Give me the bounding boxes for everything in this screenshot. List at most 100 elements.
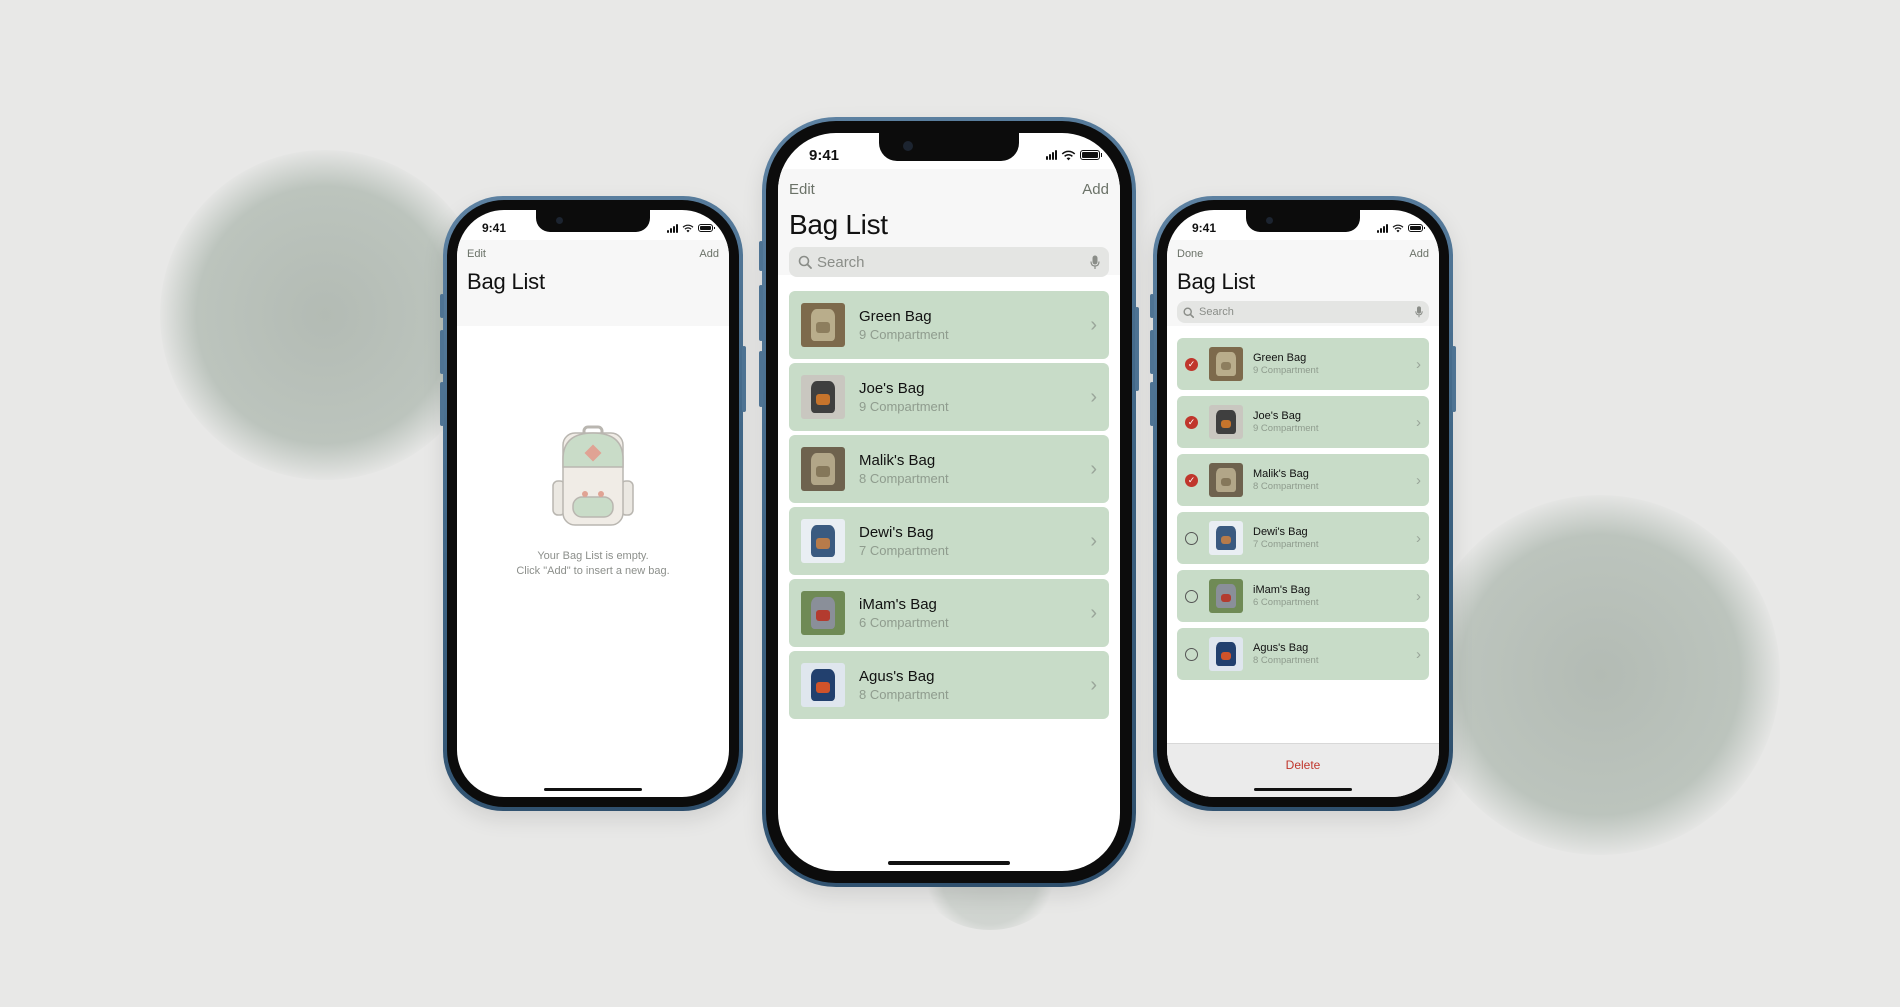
page-title: Bag List (1177, 269, 1255, 294)
bag-compartments: 9 Compartment (859, 326, 949, 342)
bag-name: Dewi's Bag (1253, 525, 1308, 538)
bag-name: iMam's Bag (1253, 583, 1311, 596)
notch (879, 133, 1019, 161)
side-button (440, 294, 444, 318)
chevron-right-icon: › (1090, 457, 1097, 480)
bag-thumbnail (1209, 579, 1243, 613)
edit-button[interactable]: Edit (789, 181, 815, 198)
delete-button[interactable]: Delete (1167, 744, 1439, 772)
list-item-green-bag[interactable]: ✓ Green Bag 9 Compartment › (1177, 338, 1429, 390)
microphone-icon[interactable] (1415, 306, 1423, 318)
bag-compartments: 6 Compartment (859, 614, 949, 630)
list-item-dewis-bag[interactable]: Dewi's Bag 7 Compartment › (789, 507, 1109, 575)
selected-checkmark-icon[interactable]: ✓ (1185, 357, 1198, 371)
bag-compartments: 7 Compartment (1253, 538, 1319, 550)
unselected-circle-icon[interactable] (1185, 531, 1198, 545)
bag-compartments: 9 Compartment (1253, 422, 1319, 434)
bag-thumbnail (1209, 637, 1243, 671)
chevron-right-icon: › (1090, 385, 1097, 408)
search-placeholder: Search (1199, 306, 1234, 318)
empty-message-line-2: Click "Add" to insert a new bag. (516, 565, 670, 577)
bag-name: Malik's Bag (1253, 467, 1309, 480)
notch (1246, 210, 1360, 232)
bag-thumbnail (1209, 347, 1243, 381)
bag-compartments: 6 Compartment (1253, 596, 1319, 608)
wifi-icon (682, 224, 694, 232)
search-icon (1183, 306, 1194, 318)
status-time: 9:41 (809, 146, 840, 164)
bag-list-editing: ✓ Green Bag 9 Compartment › ✓ Joe's Bag 9 … (1167, 338, 1439, 686)
notch (536, 210, 650, 232)
selected-checkmark-icon[interactable]: ✓ (1185, 415, 1198, 429)
add-button[interactable]: Add (1082, 181, 1109, 198)
bag-compartments: 8 Compartment (1253, 480, 1319, 492)
bag-compartments: 7 Compartment (859, 542, 949, 558)
home-indicator[interactable] (888, 861, 1010, 865)
search-field[interactable]: Search (1177, 301, 1429, 323)
phone-empty-state: 9:41 Edit Add Bag List Your Bag List is … (440, 196, 746, 811)
status-time: 9:41 (1192, 221, 1217, 235)
list-item-joes-bag[interactable]: Joe's Bag 9 Compartment › (789, 363, 1109, 431)
navigation-bar: Edit Add Bag List (457, 240, 729, 326)
microphone-icon[interactable] (1090, 255, 1100, 270)
search-field[interactable]: Search (789, 247, 1109, 277)
bag-thumbnail (1209, 521, 1243, 555)
edit-button[interactable]: Edit (467, 248, 486, 260)
list-item-aguss-bag[interactable]: Agus's Bag 8 Compartment › (1177, 628, 1429, 680)
volume-down-button (1150, 382, 1154, 426)
volume-up-button (1150, 330, 1154, 374)
bag-name: Malik's Bag (859, 451, 936, 469)
backpack-illustration-icon (552, 425, 634, 526)
front-camera (903, 141, 913, 151)
bag-name: Dewi's Bag (859, 523, 934, 541)
list-item-maliks-bag[interactable]: ✓ Malik's Bag 8 Compartment › (1177, 454, 1429, 506)
front-camera (556, 217, 563, 224)
phone-edit-mode: 9:41 Done Add Bag List Search ✓ Green Ba… (1150, 196, 1456, 811)
navigation-bar: Done Add Bag List Search (1167, 240, 1439, 326)
bag-thumbnail (1209, 463, 1243, 497)
status-time: 9:41 (482, 221, 507, 235)
chevron-right-icon: › (1090, 601, 1097, 624)
screen-edit: 9:41 Done Add Bag List Search ✓ Green Ba… (1167, 210, 1439, 797)
list-item-maliks-bag[interactable]: Malik's Bag 8 Compartment › (789, 435, 1109, 503)
unselected-circle-icon[interactable] (1185, 647, 1198, 661)
signal-icon (1046, 150, 1057, 160)
bag-list: Green Bag 9 Compartment › Joe's Bag 9 Comp… (778, 291, 1120, 723)
wifi-icon (1061, 150, 1076, 160)
done-button[interactable]: Done (1177, 248, 1203, 260)
search-icon (798, 255, 812, 269)
list-item-joes-bag[interactable]: ✓ Joe's Bag 9 Compartment › (1177, 396, 1429, 448)
page-title: Bag List (467, 269, 545, 294)
screen-bag-list: 9:41 Edit Add Bag List Search Green Bag … (778, 133, 1120, 871)
chevron-right-icon: › (1416, 471, 1421, 489)
add-button[interactable]: Add (699, 248, 719, 260)
volume-down-button (759, 351, 763, 407)
list-item-green-bag[interactable]: Green Bag 9 Compartment › (789, 291, 1109, 359)
list-item-imams-bag[interactable]: iMam's Bag 6 Compartment › (1177, 570, 1429, 622)
chevron-right-icon: › (1090, 673, 1097, 696)
battery-icon (698, 224, 715, 232)
volume-up-button (440, 330, 444, 374)
volume-up-button (759, 285, 763, 341)
selected-checkmark-icon[interactable]: ✓ (1185, 473, 1198, 487)
wifi-icon (1392, 224, 1404, 232)
chevron-right-icon: › (1416, 529, 1421, 547)
bag-compartments: 8 Compartment (859, 686, 949, 702)
signal-icon (1377, 223, 1388, 233)
list-item-dewis-bag[interactable]: Dewi's Bag 7 Compartment › (1177, 512, 1429, 564)
power-button (1135, 307, 1139, 391)
chevron-right-icon: › (1090, 313, 1097, 336)
list-item-aguss-bag[interactable]: Agus's Bag 8 Compartment › (789, 651, 1109, 719)
power-button (742, 346, 746, 412)
home-indicator[interactable] (1254, 788, 1352, 791)
battery-icon (1408, 224, 1425, 232)
background-blob-right (1420, 495, 1780, 855)
bag-compartments: 9 Compartment (859, 398, 949, 414)
home-indicator[interactable] (544, 788, 642, 791)
bag-compartments: 8 Compartment (1253, 654, 1319, 666)
power-button (1452, 346, 1456, 412)
add-button[interactable]: Add (1409, 248, 1429, 260)
unselected-circle-icon[interactable] (1185, 589, 1198, 603)
bag-name: Joe's Bag (1253, 409, 1301, 422)
list-item-imams-bag[interactable]: iMam's Bag 6 Compartment › (789, 579, 1109, 647)
